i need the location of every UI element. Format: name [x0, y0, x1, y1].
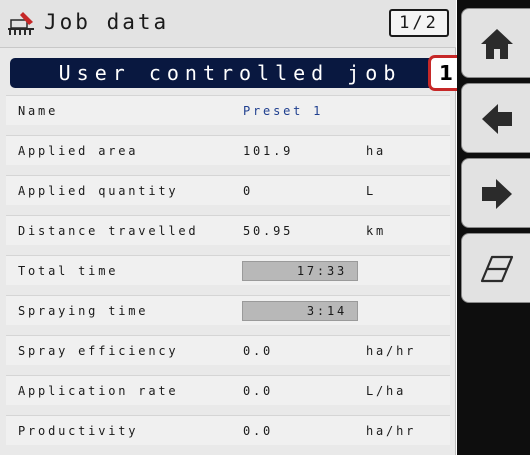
eraser-icon	[480, 255, 514, 283]
job-data-panel: Job data 1/2 User controlled job 1 Name …	[0, 0, 464, 455]
row-spray-efficiency: Spray efficiency 0.0 ha/hr	[6, 335, 450, 365]
row-unit: L/ha	[366, 384, 407, 398]
row-spraying-time: Spraying time 3:14	[6, 295, 450, 325]
forward-button[interactable]	[461, 158, 530, 228]
row-value: 50.95	[243, 224, 294, 238]
row-label: Application rate	[18, 384, 179, 398]
row-applied-quantity: Applied quantity 0 L	[6, 175, 450, 205]
back-button[interactable]	[461, 83, 530, 153]
forward-arrow-icon	[482, 179, 512, 209]
row-time-value: 17:33	[242, 261, 358, 281]
job-data-screen: Job data 1/2 User controlled job 1 Name …	[0, 0, 530, 455]
row-label: Productivity	[18, 424, 139, 438]
row-unit: ha/hr	[366, 424, 417, 438]
row-value: 0.0	[243, 424, 274, 438]
row-time-value: 3:14	[242, 301, 358, 321]
clear-button[interactable]	[461, 233, 530, 303]
row-label: Total time	[18, 264, 119, 278]
row-unit: ha	[366, 144, 387, 158]
home-button[interactable]	[461, 8, 530, 78]
row-application-rate: Application rate 0.0 L/ha	[6, 375, 450, 405]
row-distance-travelled: Distance travelled 50.95 km	[6, 215, 450, 245]
row-productivity: Productivity 0.0 ha/hr	[6, 415, 450, 445]
row-value: 0.0	[243, 384, 274, 398]
row-label: Name	[18, 104, 59, 118]
row-applied-area: Applied area 101.9 ha	[6, 135, 450, 165]
row-label: Spraying time	[18, 304, 149, 318]
row-label: Applied quantity	[18, 184, 179, 198]
back-arrow-icon	[482, 104, 512, 134]
row-unit: km	[366, 224, 387, 238]
row-unit: ha/hr	[366, 344, 417, 358]
row-name[interactable]: Name Preset 1	[6, 95, 450, 125]
header-bar: Job data 1/2	[0, 0, 456, 48]
row-value: 101.9	[243, 144, 294, 158]
sprayer-icon	[8, 12, 34, 35]
row-value: 0.0	[243, 344, 274, 358]
page-title: Job data	[44, 10, 170, 34]
row-value: 0	[243, 184, 254, 198]
row-label: Distance travelled	[18, 224, 199, 238]
row-unit: L	[366, 184, 377, 198]
row-label: Applied area	[18, 144, 139, 158]
row-label: Spray efficiency	[18, 344, 179, 358]
home-icon	[481, 29, 513, 59]
row-total-time: Total time 17:33	[6, 255, 450, 285]
job-title-banner[interactable]: User controlled job	[10, 58, 450, 88]
nav-column	[457, 0, 530, 455]
page-indicator[interactable]: 1/2	[389, 9, 449, 37]
row-value: Preset 1	[243, 104, 324, 118]
